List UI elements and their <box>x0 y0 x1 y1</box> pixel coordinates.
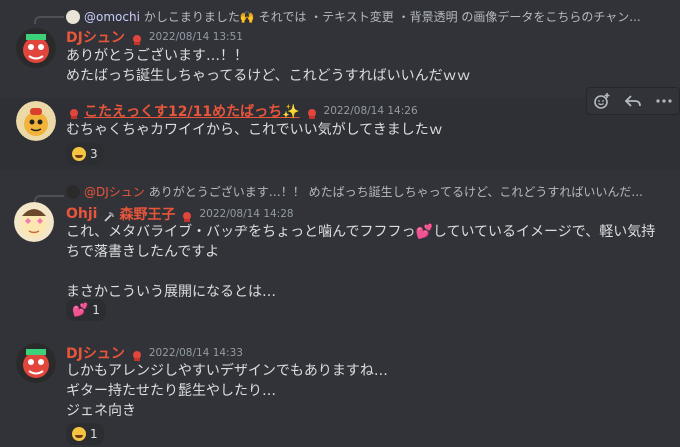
reply-author[interactable]: @DJシュン <box>84 183 145 200</box>
reaction-pill[interactable]: 1 <box>66 423 104 445</box>
message-line: ギター持たせたり髭生やしたり… <box>66 383 276 399</box>
reaction-count: 3 <box>90 147 98 161</box>
message-content: これ、メタバライブ・バッヂをちょっと噛んでフフフっ💕していているイメージで、軽い… <box>66 222 655 302</box>
pickaxe-icon <box>103 208 115 222</box>
message-header: Ohji 森野王子 2022/08/14 14:28 <box>66 204 294 224</box>
message-header: こたえっくす12/11めたばっち✨ 2022/08/14 14:26 <box>66 101 418 121</box>
message-header: DJシュン 2022/08/14 14:33 <box>66 343 243 363</box>
message-line: しかもアレンジしやすいデザインでもありますね… <box>66 363 388 379</box>
rofl-emoji-icon <box>72 427 86 441</box>
more-options-icon[interactable] <box>652 89 676 113</box>
avatar-kotaex[interactable] <box>16 101 56 141</box>
message-content: しかもアレンジしやすいデザインでもありますね… ギター持たせたり髭生やしたり… … <box>66 361 388 421</box>
message-content: むちゃくちゃカワイイから、これでいい気がしてきましたｗ <box>66 120 443 140</box>
reply-author[interactable]: @omochi <box>84 10 140 24</box>
author-name[interactable]: DJシュン <box>66 343 125 363</box>
timestamp[interactable]: 2022/08/14 14:28 <box>199 208 293 220</box>
timestamp[interactable]: 2022/08/14 13:51 <box>149 31 243 43</box>
message-line: ジェネ向き <box>66 403 136 419</box>
heart-emoji-icon: 💕 <box>72 302 89 318</box>
role-badge-icon <box>181 208 193 222</box>
message-line <box>66 262 655 282</box>
reply-icon[interactable] <box>621 89 645 113</box>
role-badge-icon <box>68 105 80 119</box>
reply-text: ありがとうございます…！！ めたばっち誕生しちゃってるけど、これどうすればいいん… <box>148 185 643 199</box>
reaction-count: 1 <box>92 303 100 317</box>
reply-preview[interactable]: @DJシュン ありがとうございます…！！ めたばっち誕生しちゃってるけど、これど… <box>66 183 666 200</box>
avatar-djshun[interactable] <box>16 343 56 383</box>
message-line: むちゃくちゃカワイイから、これでいい気がしてきましたｗ <box>66 122 443 138</box>
author-name[interactable]: DJシュン <box>66 27 125 47</box>
reaction-pill[interactable]: 💕 1 <box>66 299 106 321</box>
message-content: ありがとうございます…！！ めたばっち誕生しちゃってるけど、これどうすればいいん… <box>66 46 471 86</box>
author-name-suffix[interactable]: 森野王子 <box>119 204 175 224</box>
rofl-emoji-icon <box>72 147 86 161</box>
message-line: ちで落書きしたんですよ <box>66 244 220 260</box>
avatar-djshun[interactable] <box>16 28 56 68</box>
author-name[interactable]: Ohji <box>66 206 97 222</box>
role-badge-icon <box>306 105 318 119</box>
reply-avatar <box>66 9 80 24</box>
message-actions-toolbar <box>586 87 680 115</box>
role-badge-icon <box>131 31 143 45</box>
avatar-ohji[interactable] <box>14 202 54 242</box>
reply-text: かしこまりました🙌 それでは ・テキスト変更 ・背景透明 の画像データをこちらの… <box>143 10 641 24</box>
message-line: まさかこういう展開になるとは… <box>66 284 276 300</box>
message-header: DJシュン 2022/08/14 13:51 <box>66 27 243 47</box>
message-line: これ、メタバライブ・バッヂをちょっと噛んでフフフっ💕していているイメージで、軽い… <box>66 224 656 240</box>
reaction-count: 1 <box>90 427 98 441</box>
message-line: めたばっち誕生しちゃってるけど、これどうすればいいんだｗｗ <box>66 68 471 84</box>
add-reaction-icon[interactable] <box>590 89 614 113</box>
reply-avatar <box>66 184 80 199</box>
author-name[interactable]: こたえっくす12/11めたばっち✨ <box>84 101 300 121</box>
message-line: ありがとうございます…！！ <box>66 48 248 64</box>
reaction-pill[interactable]: 3 <box>66 143 104 165</box>
timestamp[interactable]: 2022/08/14 14:33 <box>149 347 243 359</box>
reply-spine <box>34 16 64 24</box>
reply-preview[interactable]: @omochi かしこまりました🙌 それでは ・テキスト変更 ・背景透明 の画像… <box>66 8 666 25</box>
role-badge-icon <box>131 347 143 361</box>
timestamp[interactable]: 2022/08/14 14:26 <box>324 105 418 117</box>
